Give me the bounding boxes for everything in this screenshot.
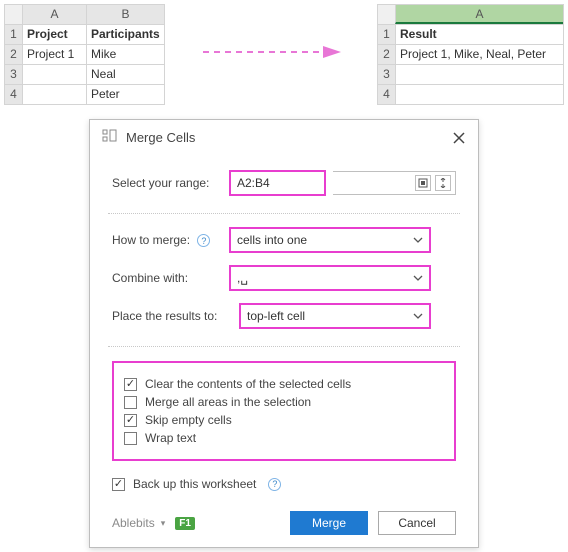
place-results-select[interactable]: top-left cell (240, 304, 430, 328)
col-header-A[interactable]: A (22, 4, 86, 24)
cell[interactable] (22, 64, 86, 84)
cell[interactable]: Neal (86, 64, 164, 84)
help-shortcut-badge[interactable]: F1 (175, 517, 195, 530)
combine-with-label: Combine with: (112, 271, 222, 285)
sheet-corner[interactable] (377, 4, 395, 24)
col-header-B[interactable]: B (86, 4, 164, 24)
how-to-merge-select[interactable]: cells into one (230, 228, 430, 252)
row-header[interactable]: 1 (377, 24, 395, 44)
transform-arrow (173, 4, 369, 60)
clear-contents-checkbox[interactable]: ✓ (124, 378, 137, 391)
range-label: Select your range: (112, 176, 222, 190)
combine-with-select[interactable]: ,␣ (230, 266, 430, 290)
row-header[interactable]: 4 (4, 84, 22, 104)
place-results-label: Place the results to: (112, 309, 232, 323)
row-header[interactable]: 2 (4, 44, 22, 64)
range-extra (333, 171, 456, 195)
row-header[interactable]: 3 (377, 64, 395, 84)
backup-label: Back up this worksheet (133, 477, 256, 491)
row-header[interactable]: 4 (377, 84, 395, 104)
row-header[interactable]: 2 (377, 44, 395, 64)
help-icon[interactable]: ? (197, 234, 210, 247)
range-input[interactable]: A2:B4 (230, 171, 325, 195)
expand-range-icon[interactable] (435, 175, 451, 191)
how-to-merge-label: How to merge: ? (112, 233, 222, 248)
result-table: A 1 Result 2 Project 1, Mike, Neal, Pete… (377, 4, 564, 105)
cell[interactable]: Project 1 (22, 44, 86, 64)
wrap-text-checkbox[interactable] (124, 432, 137, 445)
cell[interactable] (22, 84, 86, 104)
select-range-icon[interactable] (415, 175, 431, 191)
merge-button[interactable]: Merge (290, 511, 368, 535)
cell[interactable] (395, 84, 563, 104)
merge-cells-icon (102, 128, 118, 147)
skip-empty-label: Skip empty cells (145, 413, 232, 427)
row-header[interactable]: 1 (4, 24, 22, 44)
source-table: A B 1 Project Participants 2 Project 1 M… (4, 4, 165, 105)
cell[interactable]: Result (395, 24, 563, 44)
merge-cells-dialog: Merge Cells Select your range: A2:B4 How… (89, 119, 479, 548)
cell[interactable]: Participants (86, 24, 164, 44)
brand-menu[interactable]: Ablebits ▾ (112, 516, 165, 530)
backup-checkbox[interactable]: ✓ (112, 478, 125, 491)
row-header[interactable]: 3 (4, 64, 22, 84)
sheet-corner[interactable] (4, 4, 22, 24)
merge-all-areas-checkbox[interactable] (124, 396, 137, 409)
col-header-A[interactable]: A (395, 4, 563, 24)
chevron-down-icon (411, 271, 425, 285)
cell[interactable]: Project (22, 24, 86, 44)
cell[interactable]: Peter (86, 84, 164, 104)
cell[interactable]: Project 1, Mike, Neal, Peter (395, 44, 563, 64)
options-group: ✓ Clear the contents of the selected cel… (112, 361, 456, 461)
help-icon[interactable]: ? (268, 478, 281, 491)
cancel-button[interactable]: Cancel (378, 511, 456, 535)
chevron-down-icon: ▾ (161, 518, 166, 529)
close-icon[interactable] (450, 129, 468, 147)
chevron-down-icon (411, 233, 425, 247)
merge-all-areas-label: Merge all areas in the selection (145, 395, 311, 409)
skip-empty-checkbox[interactable]: ✓ (124, 414, 137, 427)
clear-contents-label: Clear the contents of the selected cells (145, 377, 351, 391)
chevron-down-icon (411, 309, 425, 323)
cell[interactable]: Mike (86, 44, 164, 64)
cell[interactable] (395, 64, 563, 84)
dialog-title: Merge Cells (126, 130, 195, 145)
wrap-text-label: Wrap text (145, 431, 196, 445)
